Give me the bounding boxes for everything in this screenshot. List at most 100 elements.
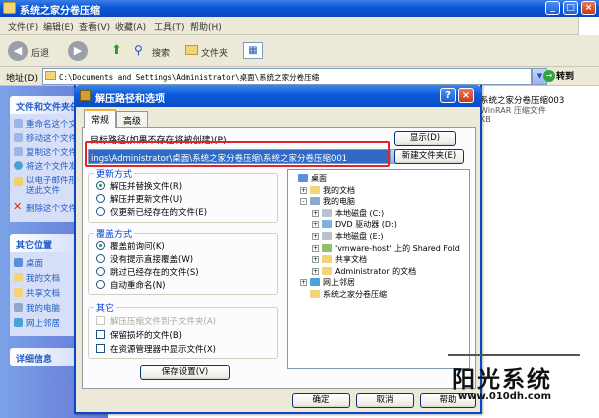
tree-node[interactable]: 本地磁盘 (E:)	[335, 231, 384, 242]
tree-node[interactable]: 网上邻居	[323, 277, 355, 288]
radio-update-existing[interactable]	[96, 207, 105, 216]
dialog-title: 解压路径和选项	[95, 94, 165, 105]
cancel-button[interactable]: 取消	[356, 393, 414, 408]
email-icon	[14, 177, 23, 186]
address-label: 地址(D)	[6, 74, 38, 84]
tree-node[interactable]: Administrator 的文档	[335, 266, 416, 277]
folders-button-label[interactable]: 文件夹	[201, 46, 228, 59]
checkbox-extract-subfolder	[96, 316, 105, 325]
my-documents-icon	[14, 273, 23, 282]
tree-expander[interactable]: -	[300, 198, 307, 206]
highlight-frame	[85, 141, 390, 167]
radio-ask-overwrite[interactable]	[96, 241, 105, 250]
tree-node[interactable]: 系统之家分卷压缩	[323, 289, 387, 300]
menu-file[interactable]: 文件(F)	[8, 20, 38, 33]
misc-title: 其它	[94, 301, 117, 314]
up-folder-icon[interactable]: ⬆	[111, 43, 122, 58]
new-folder-button[interactable]: 新建文件夹(E)	[394, 149, 464, 164]
radio-overwrite-silent[interactable]	[96, 254, 105, 263]
views-icon[interactable]: ▦	[243, 42, 263, 59]
tree-node[interactable]: 共享文档	[335, 254, 367, 265]
menu-help[interactable]: 帮助(H)	[190, 20, 222, 33]
move-icon	[14, 133, 23, 142]
dialog-close-button[interactable]: ×	[458, 88, 474, 103]
option-keep-broken[interactable]: 保留损坏的文件(B)	[110, 329, 182, 341]
option-auto-rename[interactable]: 自动重命名(N)	[110, 279, 166, 291]
tree-node[interactable]: 'vmware-host' 上的 Shared Fold	[335, 243, 460, 254]
option-skip-existing[interactable]: 跳过已经存在的文件(S)	[110, 266, 199, 278]
option-overwrite-silent[interactable]: 没有提示直接覆盖(W)	[110, 253, 193, 265]
extract-dialog: 解压路径和选项 ? × 常规 高级 目标路径(如果不存在将被创建)(P) ing…	[74, 85, 482, 414]
menu-view[interactable]: 查看(V)	[79, 20, 110, 33]
tree-expander[interactable]: +	[312, 244, 319, 252]
go-arrow-icon[interactable]: →	[543, 70, 555, 82]
address-bar: 地址(D) C:\Documents and Settings\Administ…	[0, 67, 599, 86]
menu-favorites[interactable]: 收藏(A)	[115, 20, 146, 33]
window-title: 系统之家分卷压缩	[20, 6, 100, 17]
dialog-help-button[interactable]: ?	[440, 88, 456, 103]
radio-extract-replace[interactable]	[96, 181, 105, 190]
checkbox-keep-broken[interactable]	[96, 330, 105, 339]
dialog-titlebar: 解压路径和选项 ? ×	[74, 85, 482, 107]
tree-node[interactable]: DVD 驱动器 (D:)	[335, 219, 397, 230]
ok-button[interactable]: 确定	[292, 393, 350, 408]
watermark-title: 阳光系统	[452, 367, 552, 393]
go-button[interactable]: 转到	[556, 69, 574, 82]
checkbox-show-in-explorer[interactable]	[96, 344, 105, 353]
option-update-existing[interactable]: 仅更新已经存在的文件(E)	[110, 206, 207, 218]
window-titlebar: 系统之家分卷压缩 _ □ ×	[0, 0, 599, 17]
option-extract-replace[interactable]: 解压并替换文件(R)	[110, 180, 182, 192]
tree-expander[interactable]: +	[300, 186, 307, 194]
tree-node[interactable]: 我的文档	[323, 185, 355, 196]
tree-node-icon	[310, 290, 320, 298]
radio-extract-update[interactable]	[96, 194, 105, 203]
save-settings-button[interactable]: 保存设置(V)	[140, 365, 230, 380]
minimize-button[interactable]: _	[545, 1, 560, 15]
delete-icon: ✕	[13, 200, 23, 213]
folder-icon	[45, 71, 56, 80]
tree-node-icon	[310, 278, 320, 287]
tree-expander[interactable]: +	[312, 256, 319, 264]
back-arrow-icon[interactable]: ◀	[8, 41, 28, 61]
close-button[interactable]: ×	[581, 1, 596, 15]
tree-node-icon	[322, 208, 332, 217]
desktop-icon	[14, 258, 23, 267]
tree-expander[interactable]: +	[312, 233, 319, 240]
search-button-label[interactable]: 搜索	[152, 46, 170, 59]
tree-node[interactable]: 本地磁盘 (C:)	[335, 208, 384, 219]
network-icon	[14, 318, 23, 327]
option-extract-update[interactable]: 解压并更新文件(U)	[110, 193, 182, 205]
tree-node[interactable]: 我的电脑	[323, 196, 355, 207]
tree-node-icon	[298, 174, 308, 182]
tree-node-icon	[322, 220, 332, 229]
update-mode-title: 更新方式	[94, 167, 135, 180]
menu-tools[interactable]: 工具(T)	[154, 20, 185, 33]
watermark-divider	[448, 354, 580, 356]
option-extract-subfolder: 解压压缩文件到子文件夹(A)	[110, 317, 216, 327]
menu-edit[interactable]: 编辑(E)	[43, 20, 74, 33]
copy-icon	[14, 147, 23, 156]
winrar-icon	[80, 90, 91, 101]
tree-node[interactable]: 桌面	[311, 173, 327, 184]
tree-node-icon	[322, 232, 332, 240]
forward-arrow-icon[interactable]: ▶	[68, 41, 88, 61]
radio-auto-rename[interactable]	[96, 280, 105, 289]
maximize-button[interactable]: □	[563, 1, 578, 15]
folder-tree[interactable]: 桌面 + 我的文档 - 我的电脑 + 本地磁盘 (C:) + DVD 驱动器 (D:) + 本地磁盘…	[287, 169, 470, 369]
tab-general[interactable]: 常规	[84, 109, 117, 128]
radio-skip-existing[interactable]	[96, 267, 105, 276]
tab-advanced[interactable]: 高级	[116, 111, 149, 127]
folders-icon[interactable]	[185, 45, 198, 55]
rename-icon	[14, 119, 23, 128]
address-input[interactable]: C:\Documents and Settings\Administrator\…	[42, 68, 532, 85]
tree-expander[interactable]: +	[312, 209, 319, 217]
show-button[interactable]: 显示(D)	[394, 131, 456, 146]
tree-expander[interactable]: +	[300, 279, 307, 287]
option-ask-overwrite[interactable]: 覆盖前询问(K)	[110, 240, 165, 252]
option-show-in-explorer[interactable]: 在资源管理器中显示文件(X)	[110, 343, 216, 355]
menu-bar: 文件(F) 编辑(E) 查看(V) 收藏(A) 工具(T) 帮助(H)	[0, 17, 599, 35]
tree-expander[interactable]: +	[312, 221, 319, 229]
back-button-label[interactable]: 后退	[31, 46, 49, 59]
tree-expander[interactable]: +	[312, 267, 319, 275]
search-icon[interactable]: ⚲	[134, 43, 143, 57]
